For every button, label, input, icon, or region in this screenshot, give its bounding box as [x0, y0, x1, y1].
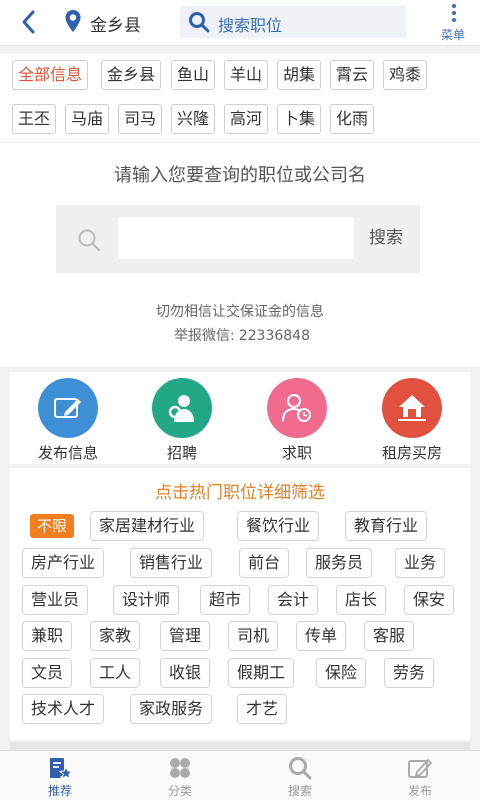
- area-tag[interactable]: 鱼山: [171, 60, 216, 90]
- nav-label: 租房买房: [381, 444, 442, 462]
- report-wechat: 举报微信: 22336848: [0, 325, 480, 345]
- area-filter: 全部信息 金乡县 鱼山 羊山 胡集 霄云 鸡黍 王丕 马庙 司马 兴隆 高河 卜…: [0, 54, 480, 142]
- job-tag[interactable]: 保安: [404, 585, 455, 615]
- job-tag[interactable]: 保险: [316, 658, 367, 688]
- top-bar: 金乡县 搜索职位 菜单: [0, 0, 480, 46]
- city-selector[interactable]: 金乡县: [90, 11, 141, 36]
- hot-jobs-title: 点击热门职位详细筛选: [155, 483, 325, 503]
- location-pin-icon: [65, 10, 81, 32]
- job-tag[interactable]: 业务: [395, 548, 446, 578]
- search-prompt: 请输入您要查询的职位或公司名: [114, 165, 366, 186]
- job-tag[interactable]: 店长: [336, 585, 387, 615]
- category-icon: [170, 758, 190, 778]
- tab-label: 分类: [167, 784, 192, 798]
- job-tag[interactable]: 营业员: [22, 585, 89, 615]
- search-icon: [289, 757, 312, 780]
- job-tag[interactable]: 文员: [22, 658, 73, 688]
- area-tag[interactable]: 胡集: [277, 60, 322, 90]
- area-tag[interactable]: 全部信息: [12, 60, 89, 90]
- job-tag[interactable]: 才艺: [237, 694, 288, 724]
- nav-label: 求职: [281, 444, 312, 462]
- more-vertical-icon: [452, 4, 456, 25]
- bottom-tab-bar: 推荐 分类 搜索 发布: [0, 750, 480, 800]
- job-tag[interactable]: 管理: [160, 621, 211, 651]
- hot-jobs: 点击热门职位详细筛选 不限 家居建材行业 餐饮行业 教育行业 房产行业 销售行业…: [10, 468, 470, 740]
- job-tag[interactable]: 收银: [160, 658, 211, 688]
- recruit-icon: [152, 378, 212, 438]
- tab-category[interactable]: 分类: [150, 755, 210, 799]
- menu-label: 菜单: [441, 28, 466, 42]
- wechat-id: 22336848: [238, 328, 310, 344]
- job-tag[interactable]: 设计师: [113, 585, 180, 615]
- tab-label: 推荐: [47, 784, 72, 798]
- job-tag[interactable]: 超市: [200, 585, 251, 615]
- search-icon: [78, 229, 100, 251]
- job-tag[interactable]: 家居建材行业: [90, 511, 205, 541]
- area-tag[interactable]: 兴隆: [171, 104, 216, 134]
- search-bar[interactable]: 搜索职位: [180, 6, 406, 38]
- house-icon: [382, 378, 442, 438]
- fraud-warning: 切勿相信让交保证金的信息: [156, 304, 324, 320]
- area-tag[interactable]: 卜集: [277, 104, 322, 134]
- nav-label: 招聘: [166, 444, 197, 462]
- search-button[interactable]: 搜索: [360, 217, 412, 259]
- job-tag[interactable]: 不限: [30, 514, 75, 538]
- job-tag[interactable]: 劳务: [384, 658, 435, 688]
- job-tag[interactable]: 房产行业: [22, 548, 105, 578]
- tab-publish[interactable]: 发布: [390, 755, 450, 799]
- job-tag[interactable]: 餐饮行业: [237, 511, 320, 541]
- area-tag[interactable]: 羊山: [224, 60, 269, 90]
- keyword-input[interactable]: [118, 217, 354, 259]
- tab-label: 发布: [407, 784, 432, 798]
- job-tag[interactable]: 兼职: [22, 621, 73, 651]
- wechat-label: 举报微信:: [174, 328, 235, 344]
- area-tag[interactable]: 化雨: [330, 104, 375, 134]
- area-tag[interactable]: 马庙: [65, 104, 110, 134]
- search-icon: [189, 12, 210, 33]
- tab-recommend[interactable]: 推荐: [30, 755, 90, 799]
- job-tag[interactable]: 家教: [90, 621, 141, 651]
- main-nav: 发布信息 招聘 求职 租房买房: [10, 372, 470, 464]
- job-tag[interactable]: 司机: [228, 621, 279, 651]
- search-panel: 请输入您要查询的职位或公司名 搜索 切勿相信让交保证金的信息 举报微信: 2233…: [0, 142, 480, 367]
- search-placeholder: 搜索职位: [218, 16, 283, 35]
- job-tag[interactable]: 技术人才: [22, 694, 105, 724]
- menu-button[interactable]: 菜单: [436, 2, 476, 44]
- job-tag[interactable]: 客服: [364, 621, 415, 651]
- area-tag[interactable]: 王丕: [12, 104, 57, 134]
- nav-housing[interactable]: 租房买房: [362, 378, 462, 463]
- publish-icon: [408, 758, 433, 778]
- area-tag[interactable]: 司马: [118, 104, 163, 134]
- job-tag[interactable]: 前台: [239, 548, 290, 578]
- job-tag[interactable]: 服务员: [306, 548, 373, 578]
- back-button[interactable]: [16, 6, 42, 38]
- job-tag[interactable]: 销售行业: [130, 548, 213, 578]
- job-seeker-icon: [267, 378, 327, 438]
- job-tag[interactable]: 假期工: [228, 658, 295, 688]
- area-tag[interactable]: 鸡黍: [383, 60, 428, 90]
- tab-search[interactable]: 搜索: [270, 755, 330, 799]
- tab-label: 搜索: [287, 784, 312, 798]
- edit-icon: [38, 378, 98, 438]
- chevron-left-icon: [22, 10, 35, 34]
- job-tag[interactable]: 会计: [268, 585, 319, 615]
- job-tag[interactable]: 家政服务: [130, 694, 213, 724]
- area-tag[interactable]: 霄云: [330, 60, 375, 90]
- nav-label: 发布信息: [37, 444, 98, 462]
- nav-recruit[interactable]: 招聘: [132, 378, 232, 463]
- job-tag[interactable]: 教育行业: [345, 511, 428, 541]
- job-tag[interactable]: 传单: [296, 621, 347, 651]
- keyword-search-box: 搜索: [56, 205, 420, 273]
- nav-publish[interactable]: 发布信息: [18, 378, 118, 463]
- job-tag[interactable]: 工人: [90, 658, 141, 688]
- recommend-icon: [50, 758, 73, 780]
- area-tag[interactable]: 金乡县: [101, 60, 162, 90]
- nav-job-seek[interactable]: 求职: [247, 378, 347, 463]
- area-tag[interactable]: 高河: [224, 104, 269, 134]
